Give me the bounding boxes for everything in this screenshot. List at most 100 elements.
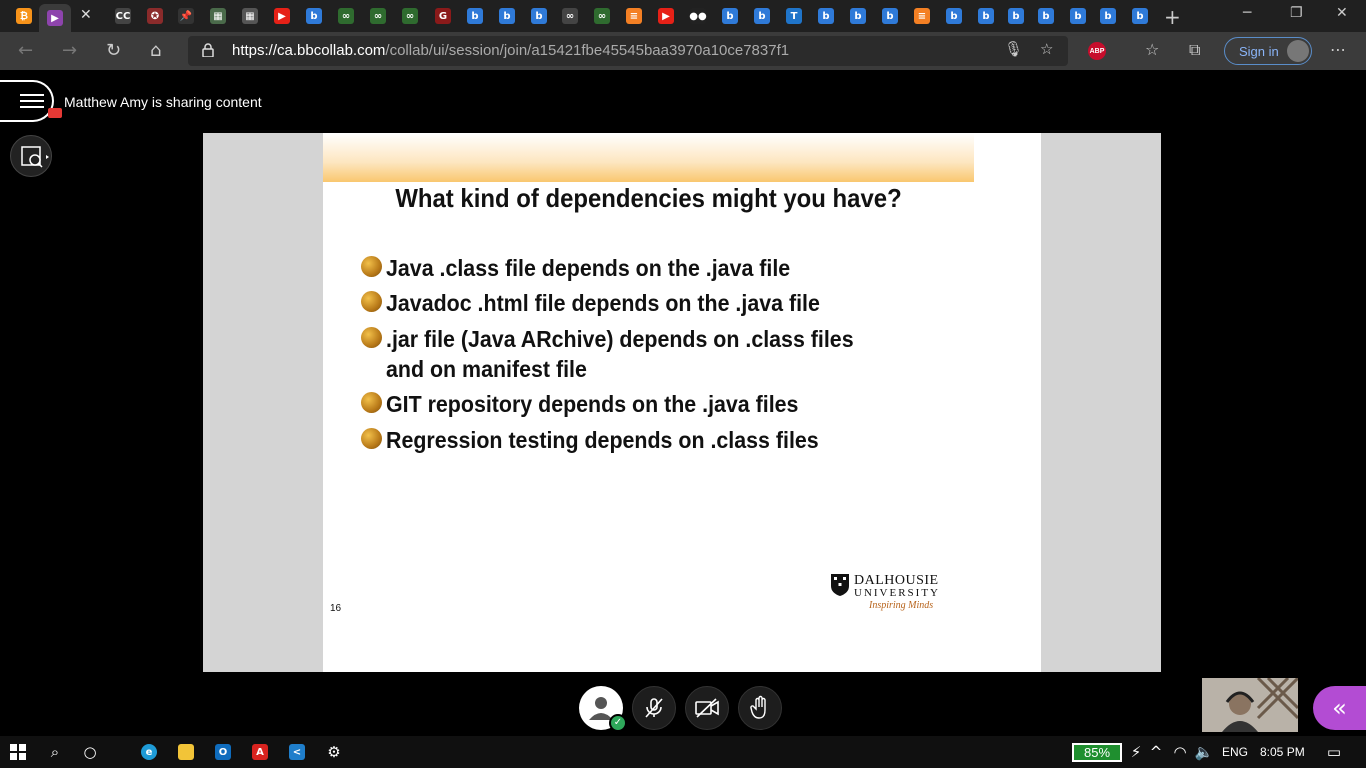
browser-tab[interactable]: b <box>846 4 870 28</box>
browser-toolbar: ← → ↻ ⌂ https://ca.bbcollab.com/collab/u… <box>0 32 1366 70</box>
link-icon: ∞ <box>370 8 386 24</box>
close-tab-icon[interactable]: ✕ <box>80 7 92 23</box>
new-tab-button[interactable]: + <box>1164 5 1181 29</box>
wifi-icon[interactable]: ◠ <box>1170 742 1190 762</box>
browser-tab[interactable]: ▶ <box>39 4 71 32</box>
battery-indicator[interactable]: 85% <box>1072 743 1122 762</box>
windows-start-icon[interactable] <box>8 742 28 762</box>
bing-icon: b <box>754 8 770 24</box>
chevron-up-icon[interactable]: ^ <box>1146 742 1166 762</box>
browser-tab[interactable]: ₿ <box>12 4 36 28</box>
outlook-icon[interactable]: O <box>213 742 233 762</box>
settings-icon[interactable]: ⚙ <box>324 742 344 762</box>
acrobat-icon[interactable]: A <box>250 742 270 762</box>
open-panel-button[interactable]: « <box>1313 686 1366 730</box>
link-icon: ∞ <box>562 8 578 24</box>
browser-tab[interactable]: ∞ <box>590 4 614 28</box>
notifications-icon[interactable]: ▭ <box>1324 742 1344 762</box>
browser-tab[interactable]: b <box>1066 4 1090 28</box>
browser-tab[interactable]: ▶ <box>654 4 678 28</box>
collections-icon[interactable]: ⧉ <box>1189 40 1200 60</box>
browser-tab[interactable]: b <box>1004 4 1028 28</box>
vscode-icon[interactable]: < <box>287 742 307 762</box>
edge-icon[interactable]: e <box>139 742 159 762</box>
browser-tab[interactable]: b <box>1096 4 1120 28</box>
session-menu-button[interactable] <box>0 80 54 122</box>
browser-tab[interactable]: ▦ <box>238 4 262 28</box>
browser-tab[interactable]: b <box>527 4 551 28</box>
profile-status-button[interactable]: ✓ <box>579 686 627 732</box>
browser-tab[interactable]: b <box>1034 4 1058 28</box>
search-icon[interactable]: ⌕ <box>45 742 65 762</box>
bing-icon: b <box>1008 8 1024 24</box>
browser-tab[interactable]: b <box>495 4 519 28</box>
browser-tab[interactable]: ∞ <box>366 4 390 28</box>
browser-tab[interactable]: b <box>878 4 902 28</box>
speaker-icon[interactable]: 🔈 <box>1194 742 1214 762</box>
bing-icon: b <box>722 8 738 24</box>
add-favorite-icon[interactable]: ☆ <box>1040 40 1053 58</box>
raise-hand-button[interactable] <box>738 686 782 730</box>
more-options-icon[interactable]: ⋯ <box>1330 40 1346 59</box>
close-window-icon[interactable]: ✕ <box>1336 5 1348 21</box>
home-icon[interactable]: ⌂ <box>150 40 161 61</box>
browser-tab[interactable]: CC <box>111 4 135 28</box>
browser-tab[interactable]: ≡ <box>910 4 934 28</box>
browser-tab[interactable]: ●● <box>686 4 710 28</box>
file-explorer-icon[interactable] <box>176 742 196 762</box>
back-icon[interactable]: ← <box>18 40 33 61</box>
windows-taskbar: ⌕ ○ e O A < ⚙ 85% ⚡ ^ ◠ 🔈 ENG 8:05 PM ▭ <box>0 736 1366 768</box>
favorites-icon[interactable]: ☆ <box>1145 40 1159 59</box>
adblock-plus-icon[interactable]: ABP <box>1088 42 1106 60</box>
browser-tab[interactable]: ✪ <box>143 4 167 28</box>
browser-tab[interactable]: b <box>718 4 742 28</box>
language-indicator[interactable]: ENG <box>1222 745 1248 759</box>
browser-tab[interactable]: T <box>782 4 806 28</box>
browser-tab[interactable]: ∞ <box>398 4 422 28</box>
hand-icon <box>750 695 766 719</box>
bullet-text: Regression testing depends on .class fil… <box>386 427 819 453</box>
sign-in-button[interactable]: Sign in <box>1224 37 1312 65</box>
search-content-icon <box>21 146 49 168</box>
bing-icon: b <box>531 8 547 24</box>
browser-tab[interactable]: b <box>463 4 487 28</box>
browser-tab[interactable]: b <box>942 4 966 28</box>
microphone-icon[interactable]: 🎙 <box>1004 40 1023 58</box>
browser-tab[interactable]: ≡ <box>622 4 646 28</box>
double-chevron-left-icon: « <box>1332 694 1347 722</box>
forward-icon[interactable]: → <box>62 40 77 61</box>
clock[interactable]: 8:05 PM <box>1260 745 1305 759</box>
collaborate-session: Matthew Amy is sharing content What kind… <box>0 70 1366 736</box>
browser-tab[interactable]: ▦ <box>206 4 230 28</box>
microphone-toggle-button[interactable] <box>632 686 676 730</box>
address-bar[interactable]: https://ca.bbcollab.com/collab/ui/sessio… <box>188 36 1068 66</box>
content-search-button[interactable] <box>10 135 52 177</box>
slide-page-number: 16 <box>330 603 342 614</box>
stackoverflow-icon: ≡ <box>626 8 642 24</box>
youtube-icon: ▶ <box>274 8 290 24</box>
browser-tab[interactable]: b <box>1128 4 1152 28</box>
refresh-icon[interactable]: ↻ <box>106 40 121 61</box>
minimize-icon[interactable]: ─ <box>1243 5 1251 21</box>
browser-tab[interactable]: b <box>302 4 326 28</box>
browser-tab[interactable]: b <box>750 4 774 28</box>
power-plug-icon[interactable]: ⚡ <box>1126 742 1146 762</box>
youtube-icon: ▶ <box>658 8 674 24</box>
restore-icon[interactable]: ❐ <box>1290 5 1303 21</box>
browser-tab[interactable]: G <box>431 4 455 28</box>
cortana-icon[interactable]: ○ <box>80 742 100 762</box>
presenter-video-thumbnail[interactable] <box>1202 678 1298 732</box>
bing-icon: b <box>946 8 962 24</box>
presentation-slide: What kind of dependencies might you have… <box>323 133 1041 672</box>
browser-tab[interactable]: ∞ <box>334 4 358 28</box>
camera-toggle-button[interactable] <box>685 686 729 730</box>
browser-tab[interactable]: ▶ <box>270 4 294 28</box>
bullet-item: GIT repository depends on the .java file… <box>361 389 926 419</box>
browser-tab[interactable]: b <box>974 4 998 28</box>
browser-tab[interactable]: 📌 <box>174 4 198 28</box>
browser-tab[interactable]: ∞ <box>558 4 582 28</box>
grid-icon: ▦ <box>242 8 258 24</box>
browser-tab[interactable]: b <box>814 4 838 28</box>
pin-icon: 📌 <box>178 8 194 24</box>
bullet-icon <box>361 291 382 312</box>
